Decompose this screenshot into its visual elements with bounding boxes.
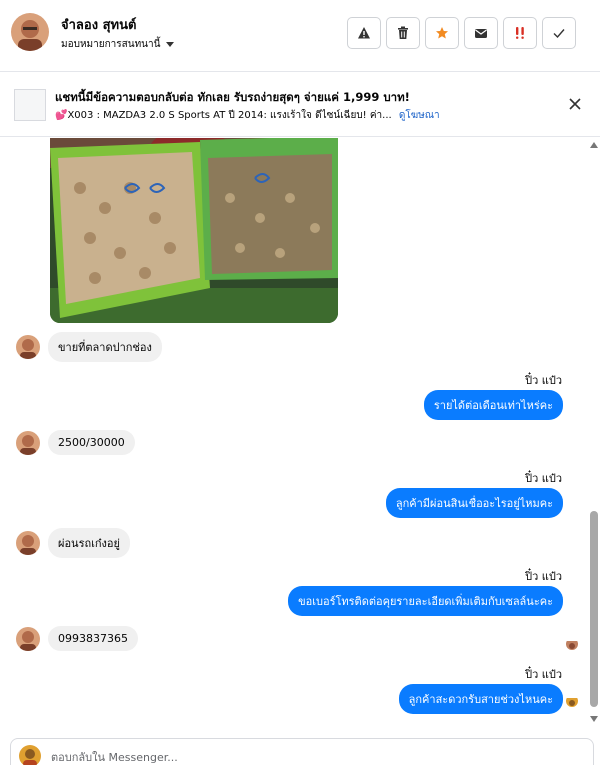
- conversation-header: จำลอง สุทนต์ มอบหมายการสนทนานี้: [0, 0, 600, 72]
- ad-thumbnail[interactable]: [14, 89, 46, 121]
- message-incoming: 0993837365: [16, 626, 138, 651]
- ad-banner: แชทนี้มีข้อความตอบกลับต่อ ทักเลย รับรถง่…: [0, 73, 600, 137]
- scroll-down-arrow-icon[interactable]: [590, 716, 598, 722]
- close-icon[interactable]: [568, 97, 582, 111]
- message-incoming: 2500/30000: [16, 430, 135, 455]
- reply-input[interactable]: [51, 747, 571, 765]
- message-list[interactable]: ขายที่ตลาดปากช่อง ปิ๋ว แป๋ว รายได้ต่อเดื…: [0, 138, 600, 730]
- mark-spam-button[interactable]: [347, 17, 381, 49]
- contact-avatar[interactable]: [11, 13, 49, 51]
- contact-avatar-small[interactable]: [16, 626, 40, 651]
- message-bubble-outgoing[interactable]: ลูกค้าสะดวกรับสายช่วงไหนคะ: [398, 684, 563, 714]
- mark-important-button[interactable]: [503, 17, 537, 49]
- seen-receipt-avatar: [566, 695, 578, 707]
- chat-scrollbar[interactable]: [588, 138, 600, 730]
- double-exclamation-icon: [516, 27, 524, 39]
- view-ad-link[interactable]: ดูโฆษณา: [399, 110, 440, 121]
- shared-photo[interactable]: [50, 138, 338, 323]
- contact-avatar-small[interactable]: [16, 335, 40, 359]
- ad-title: แชทนี้มีข้อความตอบกลับต่อ ทักเลย รับรถง่…: [55, 90, 410, 104]
- scroll-up-arrow-icon[interactable]: [590, 142, 598, 148]
- assign-label: มอบหมายการสนทนานี้: [61, 39, 161, 50]
- envelope-icon: [475, 29, 487, 38]
- message-incoming: ผ่อนรถเก๋งอยู่: [16, 528, 130, 558]
- warning-icon: [358, 27, 370, 39]
- contact-avatar-small[interactable]: [16, 531, 40, 555]
- message-bubble[interactable]: ผ่อนรถเก๋งอยู่: [48, 528, 130, 558]
- delete-button[interactable]: [386, 17, 420, 49]
- message-incoming: ขายที่ตลาดปากช่อง: [16, 332, 162, 362]
- chevron-down-icon: [166, 42, 175, 47]
- contact-name[interactable]: จำลอง สุทนต์: [61, 14, 136, 35]
- message-bubble[interactable]: 2500/30000: [48, 430, 135, 455]
- sender-name: ปิ๋ว แป๋ว: [525, 668, 562, 681]
- ad-subtitle: 💕X003 : MAZDA3 2.0 S Sports AT ปี 2014: …: [55, 108, 440, 123]
- assign-conversation-dropdown[interactable]: มอบหมายการสนทนานี้: [61, 37, 175, 52]
- mark-unread-button[interactable]: [464, 17, 498, 49]
- message-bubble-outgoing[interactable]: ลูกค้ามีผ่อนสินเชื่ออะไรอยู่ไหมคะ: [385, 488, 563, 518]
- star-button[interactable]: [425, 17, 459, 49]
- ad-description: 💕X003 : MAZDA3 2.0 S Sports AT ปี 2014: …: [55, 110, 392, 121]
- contact-avatar-small[interactable]: [16, 430, 40, 455]
- seen-receipt-avatar: [566, 638, 578, 650]
- scrollbar-thumb[interactable]: [590, 511, 598, 707]
- sender-name: ปิ๋ว แป๋ว: [525, 374, 562, 387]
- sender-name: ปิ๋ว แป๋ว: [525, 570, 562, 583]
- conversation-actions: [347, 17, 576, 49]
- reply-composer: [10, 738, 594, 765]
- star-icon: [436, 27, 448, 39]
- message-bubble[interactable]: 0993837365: [48, 626, 138, 651]
- message-bubble-outgoing[interactable]: รายได้ต่อเดือนเท่าไหร่คะ: [423, 390, 563, 420]
- mark-done-button[interactable]: [542, 17, 576, 49]
- checkmark-icon: [553, 29, 565, 39]
- message-bubble[interactable]: ขายที่ตลาดปากช่อง: [48, 332, 162, 362]
- sender-name: ปิ๋ว แป๋ว: [525, 472, 562, 485]
- page-avatar: [19, 745, 41, 765]
- message-bubble-outgoing[interactable]: ขอเบอร์โทรติดต่อคุยรายละเอียดเพิ่มเติมกั…: [288, 586, 563, 616]
- trash-icon: [398, 26, 408, 39]
